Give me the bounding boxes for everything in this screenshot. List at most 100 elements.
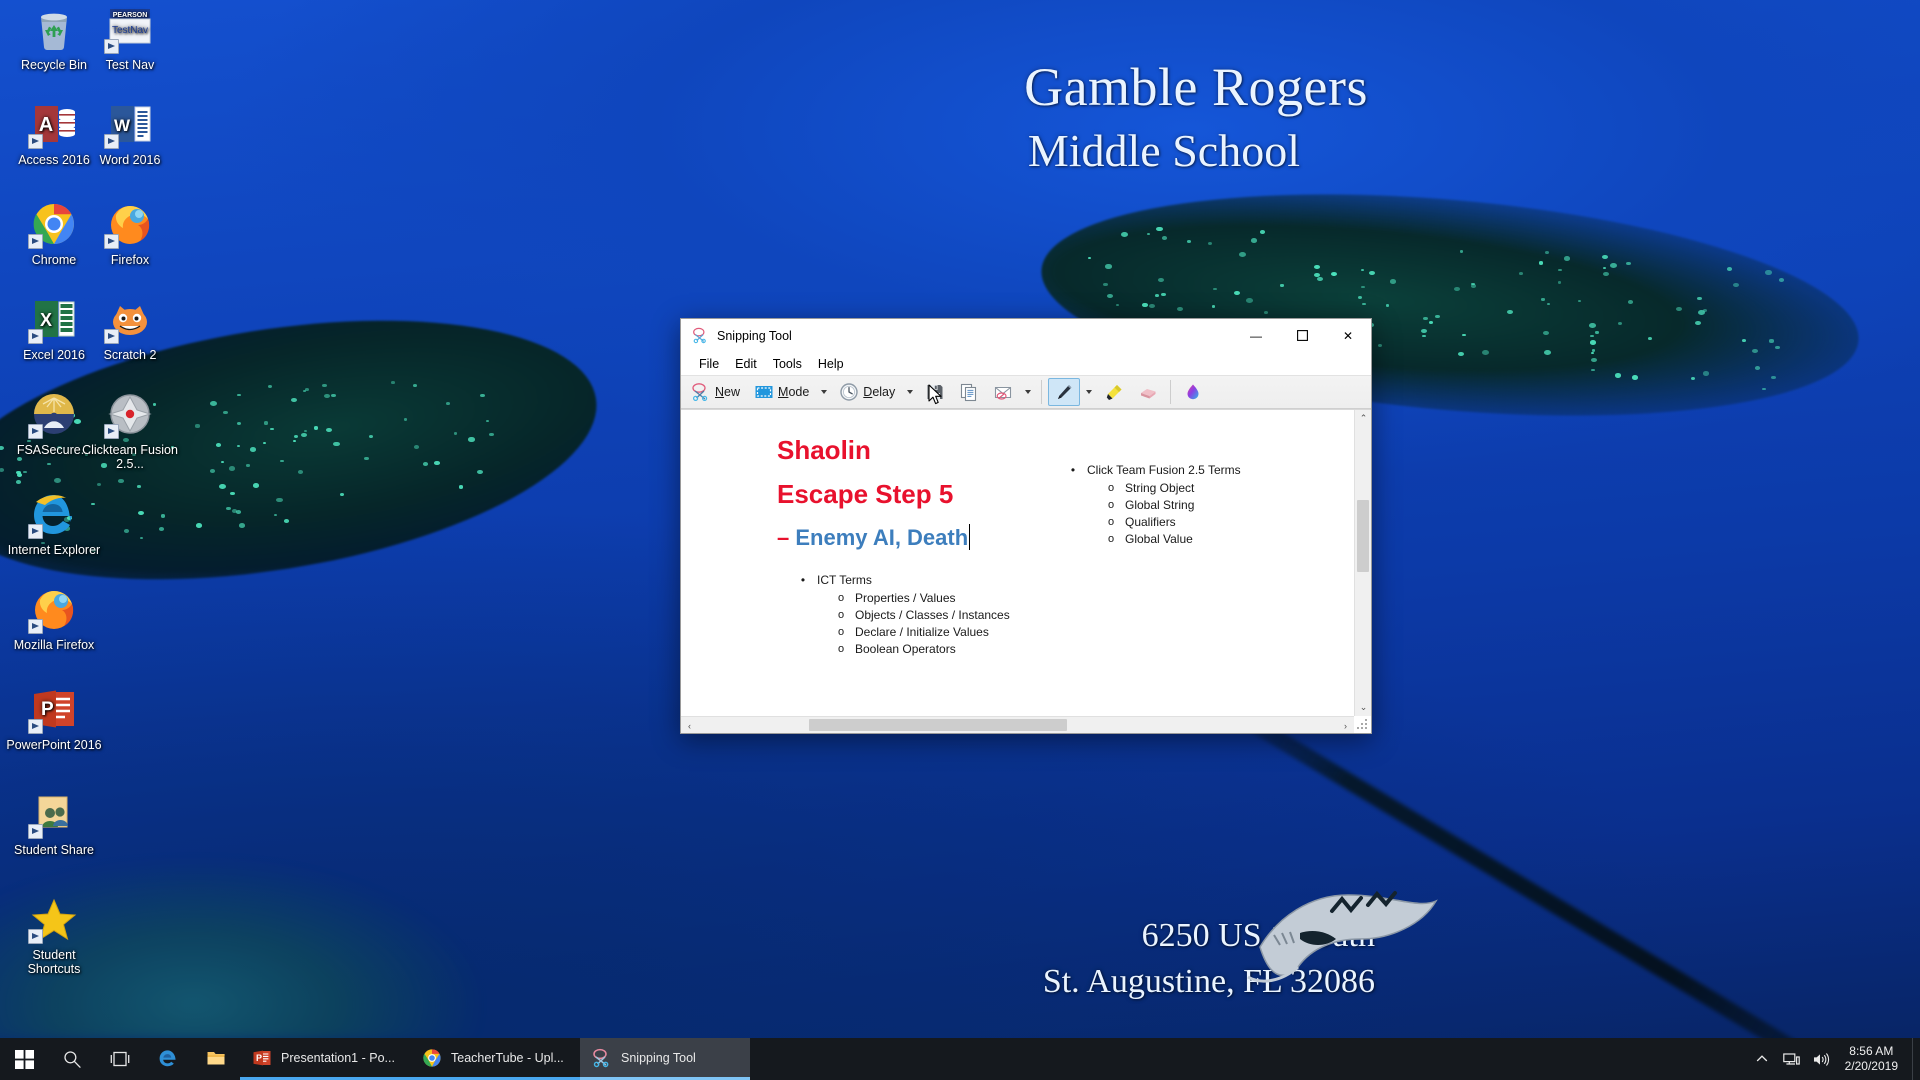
highlighter-button[interactable] xyxy=(1098,378,1130,406)
taskbar-window-powerpoint[interactable]: P Presentation1 - Po... xyxy=(240,1038,410,1080)
shortcut-overlay-icon xyxy=(28,929,43,944)
ms-excel-icon: X xyxy=(28,295,78,344)
show-hidden-icons-button[interactable] xyxy=(1747,1038,1777,1080)
desktop-icon-mozilla-firefox[interactable]: Mozilla Firefox xyxy=(6,585,102,652)
desktop-icon-label: Scratch 2 xyxy=(103,348,157,362)
desktop-icon-powerpoint-2016[interactable]: P PowerPoint 2016 xyxy=(6,685,102,752)
eraser-button[interactable] xyxy=(1132,378,1164,406)
scroll-up-button[interactable]: ⌃ xyxy=(1355,410,1371,427)
mode-label-rest: ode xyxy=(788,385,810,399)
list-item: o Properties / Values xyxy=(837,590,1010,606)
close-button[interactable]: ✕ xyxy=(1325,319,1371,352)
minimize-button[interactable]: — xyxy=(1233,319,1279,352)
taskbar-pinned-edge[interactable] xyxy=(144,1038,192,1080)
menu-file[interactable]: File xyxy=(691,355,727,373)
pen-button[interactable] xyxy=(1048,378,1081,406)
svg-text:W: W xyxy=(114,116,131,135)
copy-button[interactable] xyxy=(953,378,985,406)
taskbar[interactable]: P Presentation1 - Po... TeacherTube - Up… xyxy=(0,1038,1920,1080)
pen-icon xyxy=(1058,384,1072,399)
list-item-label: Properties / Values xyxy=(855,591,956,605)
toolbar[interactable]: New Mode Delay xyxy=(681,375,1371,409)
volume-button[interactable] xyxy=(1807,1038,1837,1080)
taskbar-pinned-file-explorer[interactable] xyxy=(192,1038,240,1080)
task-view-button[interactable] xyxy=(96,1038,144,1080)
shortcut-overlay-icon xyxy=(104,234,119,249)
chevron-down-icon xyxy=(907,390,914,394)
list-item: o Global String xyxy=(1107,497,1241,513)
send-snip-dropdown-caret[interactable] xyxy=(1021,378,1035,406)
menu-edit[interactable]: Edit xyxy=(727,355,765,373)
desktop-icon-clickteam-fusion-2-5[interactable]: Clickteam Fusion 2.5... xyxy=(82,390,178,471)
desktop-icon-word-2016[interactable]: W Word 2016 xyxy=(82,100,178,167)
vertical-scroll-thumb[interactable] xyxy=(1357,500,1369,572)
svg-text:TestNav: TestNav xyxy=(112,25,148,36)
slide-right-column: • Click Team Fusion 2.5 Terms o String Ob… xyxy=(1069,462,1241,548)
system-tray[interactable]: 8:56 AM 2/20/2019 xyxy=(1747,1038,1920,1080)
slide-title-block: Shaolin Escape Step 5 – Enemy AI, Death xyxy=(777,428,1107,560)
desktop-icon-test-nav[interactable]: PEARSON TestNav Test Nav xyxy=(82,5,178,72)
menu-help[interactable]: Help xyxy=(810,355,852,373)
firefox-icon xyxy=(104,200,154,249)
paint-3d-button[interactable] xyxy=(1177,378,1209,406)
desktop-icon-student-share[interactable]: Student Share xyxy=(6,790,102,857)
eraser-icon xyxy=(1141,389,1156,399)
scroll-right-button[interactable]: › xyxy=(1337,717,1354,733)
show-desktop-button[interactable] xyxy=(1912,1038,1920,1080)
start-button[interactable] xyxy=(0,1038,48,1080)
send-snip-button[interactable] xyxy=(987,378,1019,406)
menu-bar[interactable]: File Edit Tools Help xyxy=(681,352,1371,375)
slide-title-dash: – xyxy=(777,525,790,550)
chevron-down-icon xyxy=(1025,390,1032,394)
clock-icon xyxy=(840,383,858,401)
snip-image[interactable]: Shaolin Escape Step 5 – Enemy AI, Death … xyxy=(681,410,1354,716)
search-button[interactable] xyxy=(48,1038,96,1080)
shortcut-overlay-icon xyxy=(28,619,43,634)
desktop-icon-student-shortcuts[interactable]: Student Shortcuts xyxy=(6,895,102,976)
scroll-left-button[interactable]: ‹ xyxy=(681,717,698,733)
list-item-label: Global String xyxy=(1125,498,1195,512)
network-button[interactable] xyxy=(1777,1038,1807,1080)
taskbar-window-snipping-tool[interactable]: Snipping Tool xyxy=(580,1038,750,1080)
ms-access-icon: A xyxy=(28,100,78,149)
clickteam-fusion-icon xyxy=(104,390,154,439)
menu-tools[interactable]: Tools xyxy=(765,355,810,373)
save-floppy-icon xyxy=(927,385,943,399)
desktop-icon-label: Clickteam Fusion 2.5... xyxy=(82,443,178,471)
file-explorer-icon xyxy=(207,1051,225,1064)
scroll-down-button[interactable]: ⌄ xyxy=(1355,699,1371,716)
delay-dropdown-caret[interactable] xyxy=(903,378,917,406)
resize-grip-icon[interactable] xyxy=(1355,717,1370,732)
edge-icon xyxy=(159,1049,176,1066)
horizontal-scrollbar[interactable]: ‹ › xyxy=(681,716,1354,733)
svg-text:PEARSON: PEARSON xyxy=(113,12,148,19)
snip-canvas-area[interactable]: Shaolin Escape Step 5 – Enemy AI, Death … xyxy=(681,409,1371,733)
maximize-button[interactable] xyxy=(1279,319,1325,352)
desktop-icon-label: Test Nav xyxy=(105,58,155,72)
mode-button[interactable]: Mode xyxy=(748,378,815,406)
vertical-scrollbar[interactable]: ⌃ ⌄ xyxy=(1354,410,1371,716)
snipping-tool-window[interactable]: Snipping Tool — ✕ File Edit Tools Help N… xyxy=(680,318,1372,734)
slide-bottom-column: • ICT Terms o Properties / Values o Object… xyxy=(799,572,1010,658)
new-snip-button[interactable]: New xyxy=(685,378,746,406)
desktop-icon-internet-explorer[interactable]: Internet Explorer xyxy=(6,490,102,557)
bullet-circle-icon: o xyxy=(1107,482,1115,494)
shared-folder-icon xyxy=(28,790,78,839)
slide-title-line2: Escape Step 5 xyxy=(777,479,954,509)
list-item-label: Objects / Classes / Instances xyxy=(855,608,1010,622)
window-titlebar[interactable]: Snipping Tool — ✕ xyxy=(681,319,1371,352)
mode-dropdown-caret[interactable] xyxy=(817,378,831,406)
list-item: o Global Value xyxy=(1107,531,1241,547)
taskbar-window-chrome[interactable]: TeacherTube - Upl... xyxy=(410,1038,580,1080)
save-snip-button[interactable] xyxy=(919,378,951,406)
clock[interactable]: 8:56 AM 2/20/2019 xyxy=(1837,1044,1912,1074)
chrome-icon xyxy=(28,200,78,249)
horizontal-scroll-thumb[interactable] xyxy=(809,719,1067,731)
window-controls[interactable]: — ✕ xyxy=(1233,319,1371,352)
pen-dropdown-caret[interactable] xyxy=(1082,378,1096,406)
delay-button[interactable]: Delay xyxy=(833,378,901,406)
desktop-icon-firefox[interactable]: Firefox xyxy=(82,200,178,267)
desktop-icon-scratch-2[interactable]: Scratch 2 xyxy=(82,295,178,362)
ms-powerpoint-icon: P xyxy=(28,685,78,734)
desktop[interactable]: Gamble Rogers Middle School 6250 US 1 So… xyxy=(0,0,1920,1080)
